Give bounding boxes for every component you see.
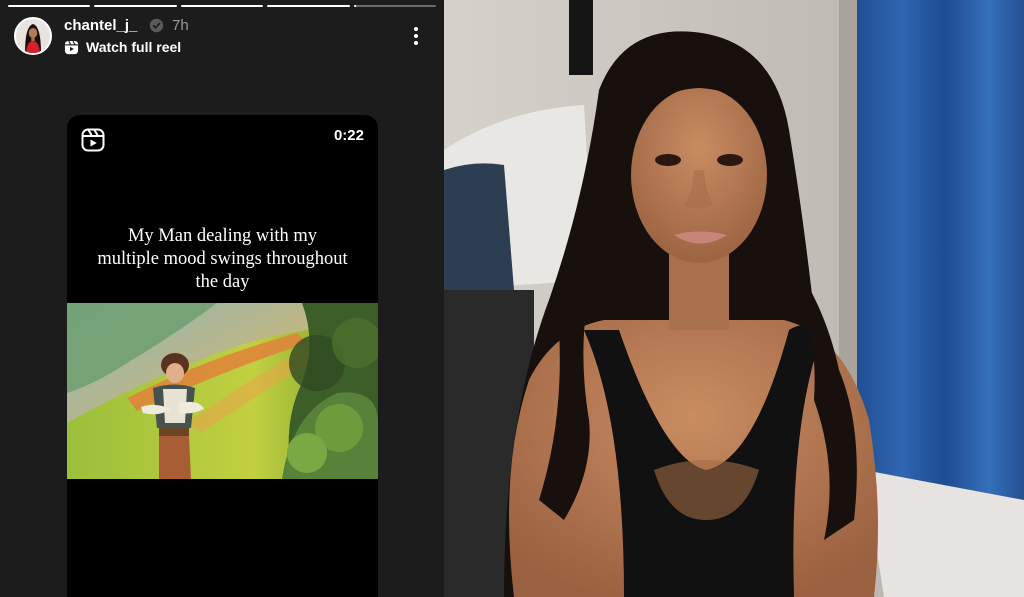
username[interactable]: chantel_j_ [64,17,137,34]
reel-video-thumbnail [67,303,378,479]
story-progress-segment [180,5,264,7]
watch-full-reel-link[interactable]: Watch full reel [64,39,181,55]
story-timestamp: 7h [172,17,189,34]
reels-icon [64,40,79,54]
avatar[interactable] [14,17,52,55]
story-progress-bars [8,5,437,7]
verified-badge-icon [149,18,164,33]
story-progress-segment [94,5,177,7]
story-progress-segment [267,5,350,7]
story-viewer: chantel_j_ 7h Watch full reel 0:22 My Ma… [0,0,444,597]
reels-icon [81,128,105,152]
reel-duration: 0:22 [333,127,364,144]
watch-full-reel-label: Watch full reel [86,39,182,55]
reel-caption: My Man dealing with my multiple mood swi… [97,226,348,292]
more-options-icon[interactable] [408,25,424,47]
story-header: chantel_j_ 7h Watch full reel [14,17,430,59]
story-progress-segment [353,5,437,7]
reel-card[interactable]: 0:22 My Man dealing with my multiple moo… [67,115,378,597]
story-progress-segment [8,5,91,7]
profile-photo [444,0,1024,597]
